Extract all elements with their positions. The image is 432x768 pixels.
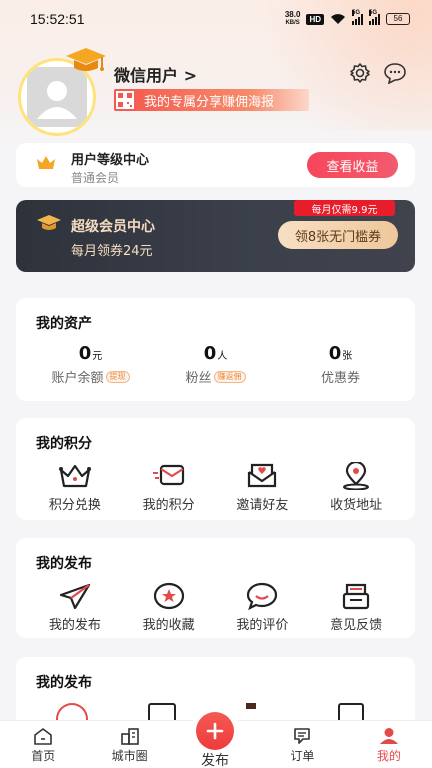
- nav-mine-label: 我的: [376, 749, 401, 763]
- settings-icon[interactable]: [349, 62, 371, 84]
- nav-orders-label: 订单: [290, 749, 315, 763]
- publish-title: 我的发布: [36, 556, 92, 572]
- my-favorites-label: 我的收藏: [142, 618, 195, 633]
- feedback-icon: [343, 583, 370, 610]
- nav-home[interactable]: 首页: [0, 721, 86, 768]
- points-exchange[interactable]: 积分兑换: [28, 460, 122, 513]
- level-subtitle: 普通会员: [71, 171, 120, 185]
- points-title: 我的积分: [36, 436, 92, 452]
- location-pin-icon: [343, 462, 370, 490]
- assets-card: 我的资产 0元 账户余额 提现 0人 粉丝 赚返佣 0张 优惠券: [16, 298, 415, 401]
- chat-bubble-icon: [247, 582, 278, 610]
- username[interactable]: 微信用户 >: [114, 62, 197, 86]
- fans-value: 0人: [203, 343, 228, 364]
- feedback[interactable]: 意见反馈: [309, 580, 403, 633]
- my-posts-label: 我的发布: [48, 618, 101, 633]
- asset-fans[interactable]: 0人 粉丝 赚返佣: [153, 343, 278, 386]
- vip-graduation-cap-icon: [37, 215, 61, 230]
- view-earnings-button[interactable]: 查看收益: [307, 152, 398, 178]
- my-favorites[interactable]: 我的收藏: [122, 580, 216, 633]
- assets-title: 我的资产: [36, 316, 92, 332]
- crown-icon: [37, 156, 55, 169]
- publish-row: 我的发布 我的收藏 我的评价 意见反馈: [16, 580, 415, 633]
- user-level-card[interactable]: 用户等级中心 普通会员 查看收益: [16, 143, 415, 187]
- status-time: 15:52:51: [30, 11, 85, 27]
- level-title: 用户等级中心: [71, 153, 150, 168]
- wifi-icon: [331, 14, 345, 24]
- claim-coupons-button[interactable]: 领8张无门槛券: [278, 221, 398, 249]
- qr-code-icon: [114, 89, 136, 111]
- home-icon: [34, 728, 53, 745]
- balance-value: 0元: [78, 343, 103, 364]
- nav-mine[interactable]: 我的: [346, 721, 432, 768]
- signal-1-icon: 5G: [352, 9, 363, 25]
- paper-plane-icon: [59, 583, 90, 610]
- fans-label: 粉丝: [185, 371, 212, 386]
- asset-coupons[interactable]: 0张 优惠券: [278, 343, 403, 386]
- nav-city-circle[interactable]: 城市圈: [86, 721, 172, 768]
- battery-icon: 56: [386, 13, 410, 25]
- order-icon: [294, 728, 311, 744]
- earn-commission-tag[interactable]: 赚返佣: [213, 370, 246, 383]
- city-icon: [120, 728, 139, 745]
- graduation-cap-icon: [66, 48, 106, 71]
- hd-badge: HD: [306, 13, 324, 25]
- publish-2-title: 我的发布: [36, 675, 92, 691]
- my-points-label: 我的积分: [142, 498, 195, 513]
- invite-friends-label: 邀请好友: [236, 498, 289, 513]
- nav-orders[interactable]: 订单: [259, 721, 345, 768]
- mail-fast-icon: [152, 464, 184, 486]
- my-reviews[interactable]: 我的评价: [216, 580, 310, 633]
- assets-row: 0元 账户余额 提现 0人 粉丝 赚返佣 0张 优惠券: [16, 343, 415, 386]
- crown-icon: [58, 464, 91, 488]
- vip-subtitle: 每月领券24元: [71, 244, 153, 259]
- envelope-heart-icon: [248, 463, 277, 488]
- signal-2-gen: 5G: [369, 9, 378, 16]
- vip-title: 超级会员中心: [71, 219, 155, 235]
- signal-1-gen: 5G: [352, 9, 361, 16]
- publish-button[interactable]: [184, 708, 246, 750]
- shipping-address[interactable]: 收货地址: [309, 460, 403, 513]
- points-exchange-label: 积分兑换: [48, 498, 101, 513]
- withdraw-tag[interactable]: 提现: [105, 370, 130, 383]
- plus-icon: [206, 722, 224, 740]
- coupons-label: 优惠券: [320, 371, 360, 386]
- points-row: 积分兑换 我的积分 邀请好友 收货地址: [16, 460, 415, 513]
- balance-label: 账户余额: [51, 371, 104, 386]
- signal-2-icon: 5G: [369, 9, 380, 25]
- nav-home-label: 首页: [31, 749, 56, 763]
- star-icon: [153, 582, 184, 610]
- invite-friends[interactable]: 邀请好友: [216, 460, 310, 513]
- shipping-address-label: 收货地址: [330, 498, 383, 513]
- vip-price-tag: 每月仅需9.9元: [294, 200, 395, 216]
- my-reviews-label: 我的评价: [236, 618, 289, 633]
- share-poster-label: 我的专属分享赚佣海报: [144, 94, 275, 110]
- share-poster-button[interactable]: 我的专属分享赚佣海报: [114, 89, 309, 111]
- status-indicators: 38.0 KB/S HD 5G 5G 56: [285, 9, 410, 27]
- network-speed-value: 38.0: [284, 10, 301, 19]
- publish-card: 我的发布 我的发布 我的收藏 我的评价 意见反馈: [16, 538, 415, 638]
- super-vip-card[interactable]: 超级会员中心 每月领券24元 每月仅需9.9元 领8张无门槛券: [16, 200, 415, 272]
- person-icon: [379, 728, 398, 744]
- nav-city-label: 城市圈: [111, 749, 148, 763]
- feedback-label: 意见反馈: [330, 618, 383, 633]
- network-speed: 38.0 KB/S: [285, 11, 301, 27]
- my-posts[interactable]: 我的发布: [28, 580, 122, 633]
- message-icon[interactable]: [383, 62, 407, 84]
- asset-balance[interactable]: 0元 账户余额 提现: [28, 343, 153, 386]
- publish-2-partial-icon-3: [246, 703, 256, 709]
- my-points[interactable]: 我的积分: [122, 460, 216, 513]
- status-bar: 15:52:51 38.0 KB/S HD 5G 5G 56: [0, 0, 432, 38]
- publish-label: 发布: [201, 753, 229, 768]
- network-speed-unit: KB/S: [285, 20, 300, 26]
- points-card: 我的积分 积分兑换 我的积分 邀请好友 收货地址: [16, 418, 415, 520]
- coupons-value: 0张: [328, 343, 353, 364]
